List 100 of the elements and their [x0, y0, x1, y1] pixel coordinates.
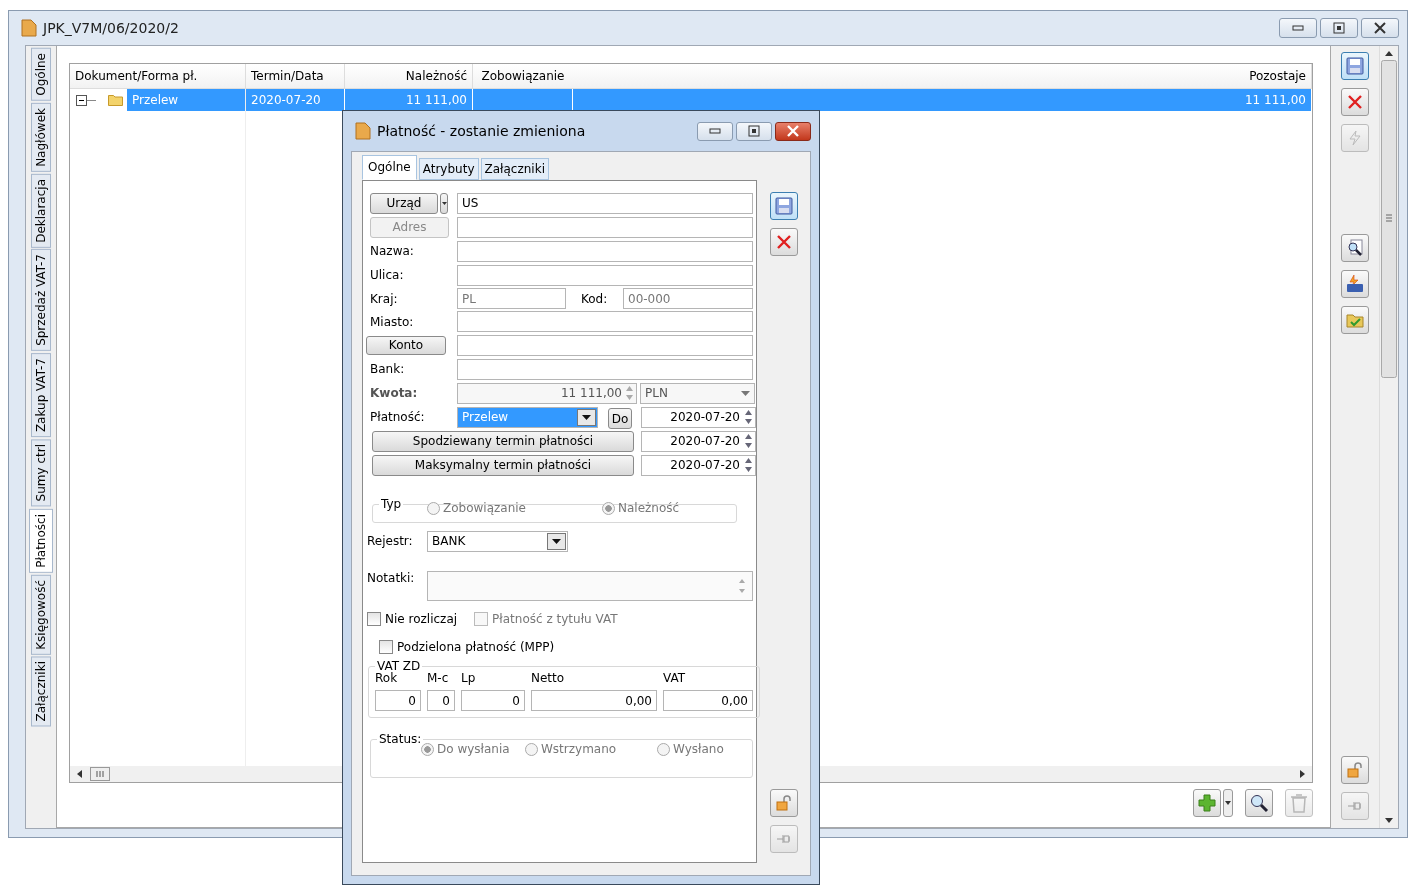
side-tab[interactable]: Deklaracja — [31, 173, 51, 248]
scroll-left-icon[interactable] — [76, 770, 84, 778]
number-field[interactable]: 0 — [427, 690, 455, 711]
side-tab[interactable]: Księgowość — [31, 574, 51, 655]
lock-button[interactable] — [769, 789, 798, 817]
column-header[interactable]: Zobowiązanie — [473, 64, 573, 88]
city-field[interactable] — [457, 311, 753, 332]
field-label: M-c — [427, 671, 450, 685]
minimize-icon — [709, 128, 721, 134]
address-field[interactable] — [457, 216, 753, 238]
field-label: Miasto: — [370, 314, 415, 329]
folder-check-button[interactable] — [1341, 306, 1369, 334]
tab[interactable]: Atrybuty — [418, 158, 479, 180]
cancel-button[interactable] — [769, 228, 798, 256]
side-tab[interactable]: Sumy ctrl — [31, 439, 51, 507]
date-field[interactable]: 2020-07-20 — [641, 430, 756, 452]
register-dropdown[interactable]: BANK — [427, 530, 568, 552]
notes-field[interactable] — [427, 571, 753, 601]
radio-option[interactable]: Wstrzymano — [525, 742, 657, 756]
checkbox[interactable]: Podzielona płatność (MPP) — [379, 640, 555, 654]
side-tab[interactable]: Zakup VAT-7 — [31, 353, 51, 438]
radio-option[interactable]: Do wysłania — [421, 742, 525, 756]
field-label: Kwota: — [370, 386, 419, 400]
restore-button[interactable] — [1320, 18, 1358, 38]
folder-icon — [108, 94, 123, 106]
field-label: Ulica: — [370, 268, 405, 282]
close-button[interactable] — [1361, 18, 1399, 38]
folder-check-icon — [1346, 312, 1364, 328]
tab[interactable]: Ogólne — [362, 155, 417, 180]
radio-option[interactable]: Należność — [602, 501, 680, 515]
column-header[interactable]: Termin/Data — [246, 64, 345, 88]
magnifier-document-icon — [1346, 239, 1364, 257]
term-button[interactable]: Spodziewany termin płatności — [372, 430, 634, 452]
spinner-icon[interactable] — [744, 432, 753, 450]
date-field[interactable]: 2020-07-20 — [641, 454, 756, 476]
save-button[interactable] — [769, 192, 798, 220]
radio-option[interactable]: Wysłano — [657, 742, 724, 756]
bank-field[interactable] — [457, 358, 753, 380]
scrollbar-thumb[interactable] — [90, 767, 110, 781]
field-label: VAT — [663, 671, 687, 685]
field-label: Płatność: — [370, 410, 426, 424]
trash-icon — [1290, 793, 1308, 813]
tab[interactable]: Załączniki — [480, 158, 549, 180]
column-header[interactable]: Dokument/Forma pł. — [70, 64, 246, 88]
lock-button[interactable] — [1341, 756, 1369, 784]
radio-option[interactable]: Zobowiązanie — [427, 501, 602, 515]
field-label: Notatki: — [367, 571, 416, 585]
close-icon — [787, 125, 799, 137]
do-button[interactable]: Do — [608, 408, 632, 429]
collapse-icon[interactable] — [76, 94, 98, 106]
padlock-icon — [774, 794, 793, 812]
street-field[interactable] — [457, 264, 753, 286]
lightning-badge-icon — [1346, 275, 1364, 293]
vat-button[interactable] — [1341, 270, 1369, 298]
side-tab[interactable]: Ogólne — [31, 48, 51, 101]
caret-icon — [441, 201, 447, 205]
number-field[interactable]: 0 — [375, 690, 421, 711]
name-field[interactable] — [457, 240, 753, 262]
spinner-icon[interactable] — [744, 408, 753, 426]
column-header[interactable]: Należność — [345, 64, 473, 88]
caret-icon — [552, 538, 561, 544]
country-field[interactable]: PL — [457, 288, 566, 309]
postal-code-field[interactable]: 00-000 — [623, 288, 753, 309]
dropdown-button[interactable] — [440, 192, 448, 214]
scroll-down-icon[interactable] — [1385, 818, 1393, 824]
field-label: Kraj: — [370, 291, 399, 306]
column-header[interactable]: Pozostaje — [573, 64, 1312, 88]
save-button[interactable] — [1341, 52, 1369, 80]
number-field[interactable]: 0 — [461, 690, 525, 711]
pin-icon — [775, 833, 792, 845]
close-button[interactable] — [775, 121, 811, 141]
cancel-button[interactable] — [1341, 88, 1369, 116]
number-field[interactable]: 0,00 — [531, 690, 657, 711]
checkbox[interactable]: Nie rozliczaj — [367, 612, 458, 626]
spinner-icon[interactable] — [744, 456, 753, 474]
field-label: Netto — [531, 671, 566, 685]
office-field[interactable]: US — [457, 192, 753, 214]
scroll-up-icon[interactable] — [1385, 50, 1393, 56]
office-button[interactable]: Urząd — [370, 192, 438, 214]
account-button[interactable]: Konto — [366, 335, 446, 355]
term-button[interactable]: Maksymalny termin płatności — [372, 454, 634, 476]
currency-dropdown[interactable]: PLN — [640, 382, 755, 404]
table-cell: 11 111,00 — [573, 89, 1312, 111]
account-field[interactable] — [457, 334, 753, 356]
scrollbar-thumb[interactable] — [1381, 60, 1397, 378]
side-tab[interactable]: Nagłówek — [31, 102, 51, 172]
side-tab[interactable]: Płatności — [29, 508, 53, 573]
field-label: Bank: — [370, 362, 406, 376]
side-tab[interactable]: Sprzedaż VAT-7 — [31, 249, 51, 352]
number-field[interactable]: 0,00 — [663, 690, 753, 711]
field-label: Nazwa: — [370, 244, 415, 258]
amount-field[interactable]: 11 111,00 — [457, 382, 637, 404]
preview-button[interactable] — [1341, 234, 1369, 262]
scroll-right-icon[interactable] — [1298, 770, 1306, 778]
side-tab[interactable]: Załączniki — [31, 656, 51, 727]
search-button[interactable] — [1245, 789, 1273, 817]
restore-button[interactable] — [736, 121, 772, 141]
date-field[interactable]: 2020-07-20 — [641, 406, 756, 428]
document-icon — [21, 19, 37, 37]
dropdown-button[interactable] — [1223, 789, 1233, 817]
